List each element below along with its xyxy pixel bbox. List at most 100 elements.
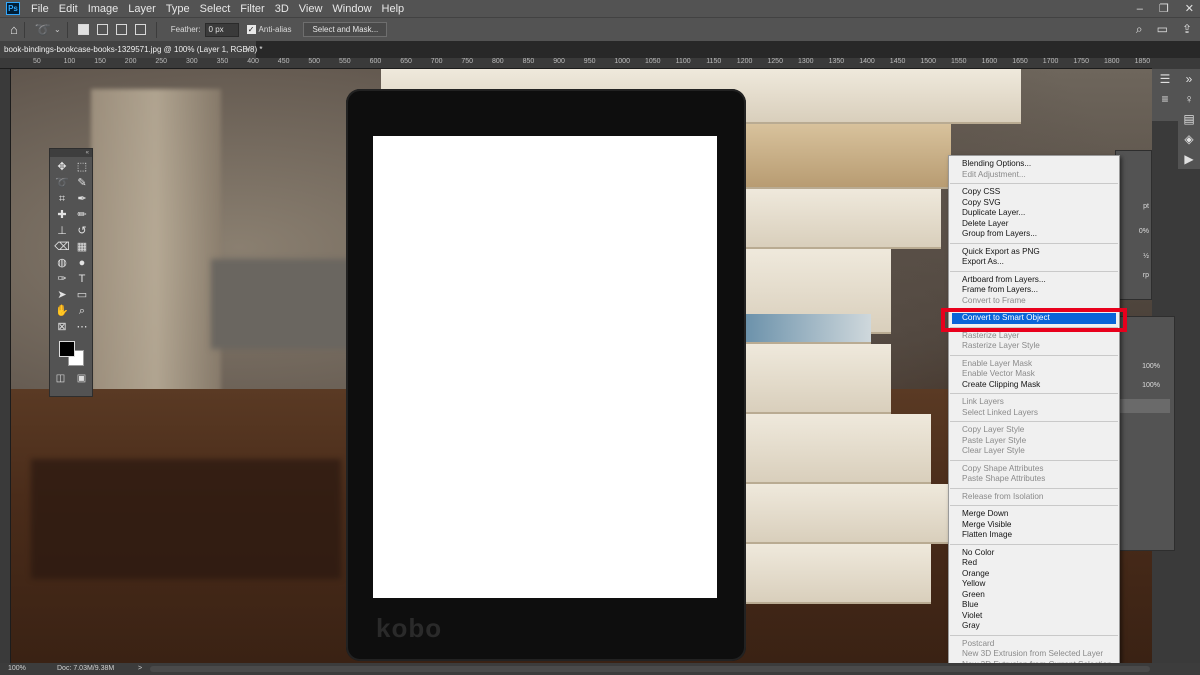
hand-tool-icon[interactable]: ✋ [52,303,72,319]
selected-layer-row[interactable] [1120,399,1170,413]
menu-image[interactable]: Image [83,3,124,15]
adjustments-icon[interactable]: ≡ [1152,89,1178,109]
menu-item-quick-export-as-png[interactable]: Quick Export as PNG [949,247,1119,258]
menu-item-blue[interactable]: Blue [949,600,1119,611]
marquee-tool-icon[interactable]: ⬚ [72,159,92,175]
menu-item-flatten-image[interactable]: Flatten Image [949,530,1119,541]
healing-brush-icon[interactable]: ✚ [52,207,72,223]
close-icon[interactable]: ✕ [1185,2,1194,15]
menu-item-copy-css[interactable]: Copy CSS [949,187,1119,198]
menu-view[interactable]: View [294,3,328,15]
stamp-tool-icon[interactable]: ⊥ [52,223,72,239]
crop-tool-icon[interactable]: ⌗ [52,191,72,207]
intersect-selection-icon[interactable] [134,24,146,35]
path-select-icon[interactable]: ➤ [52,287,72,303]
menu-item-create-clipping-mask[interactable]: Create Clipping Mask [949,380,1119,391]
pen-tool-icon[interactable]: ✑ [52,271,72,287]
more-tools-icon[interactable]: ⋯ [72,319,92,335]
eraser-tool-icon[interactable]: ⌫ [52,239,72,255]
add-selection-icon[interactable] [96,24,108,35]
menu-item-yellow[interactable]: Yellow [949,579,1119,590]
screen-mode-icon[interactable]: ▣ [77,373,86,384]
subtract-selection-icon[interactable] [115,24,127,35]
layer-opacity[interactable]: 100% [1116,361,1174,372]
color-icon[interactable]: ◈ [1178,129,1200,149]
layer-fill[interactable]: 100% [1116,380,1174,391]
workspace-icon[interactable]: ▭ [1157,22,1168,37]
menu-item-convert-to-smart-object[interactable]: Convert to Smart Object [952,313,1116,324]
ruler-tick-label: 1700 [1042,58,1059,65]
document-tab[interactable]: book-bindings-bookcase-books-1329571.jpg… [0,41,263,58]
menu-item-frame-from-layers[interactable]: Frame from Layers... [949,285,1119,296]
menu-item-blending-options[interactable]: Blending Options... [949,159,1119,170]
learn-icon[interactable]: ♀ [1178,89,1200,109]
restore-icon[interactable]: ❐ [1159,2,1169,15]
quick-mask-icon[interactable]: ◫ [56,373,65,384]
menu-select[interactable]: Select [195,3,236,15]
menu-item-group-from-layers[interactable]: Group from Layers... [949,229,1119,240]
menu-item-artboard-from-layers[interactable]: Artboard from Layers... [949,275,1119,286]
feather-input[interactable]: 0 px [204,22,239,37]
eyedropper-tool-icon[interactable]: ✒ [72,191,92,207]
libraries-icon[interactable]: ▤ [1178,109,1200,129]
search-icon[interactable]: ⌕ [1136,22,1143,37]
zoom-tool-icon[interactable]: ⌕ [72,303,92,319]
menu-help[interactable]: Help [377,3,410,15]
frame-tool-icon[interactable]: ⊠ [52,319,72,335]
history-brush-icon[interactable]: ↺ [72,223,92,239]
quick-select-tool-icon[interactable]: ✎ [72,175,92,191]
horizontal-scrollbar[interactable] [150,666,1150,672]
menu-item-delete-layer[interactable]: Delete Layer [949,219,1119,230]
menu-item-green[interactable]: Green [949,590,1119,601]
menu-3d[interactable]: 3D [270,3,294,15]
zoom-level[interactable]: 100% [8,663,26,675]
chevron-down-icon[interactable]: ⌄ [54,25,61,34]
home-icon[interactable]: ⌂ [10,22,18,37]
menu-item-red[interactable]: Red [949,558,1119,569]
menu-window[interactable]: Window [327,3,376,15]
collapse-icon[interactable]: » [1178,69,1200,89]
tools-panel-header[interactable]: « [50,149,92,157]
dodge-tool-icon[interactable]: ● [72,255,92,271]
play-icon[interactable]: ▶ [1178,149,1200,169]
menu-item-merge-down[interactable]: Merge Down [949,509,1119,520]
layer-context-menu: Blending Options... Edit Adjustment... Cop… [948,155,1120,675]
blur-tool-icon[interactable]: ◍ [52,255,72,271]
move-tool-icon[interactable]: ✥ [52,159,72,175]
minimize-icon[interactable]: – [1137,3,1143,15]
share-icon[interactable]: ⇪ [1182,22,1192,37]
menu-item-paste-shape-attributes: Paste Shape Attributes [962,474,1046,483]
menu-item-orange[interactable]: Orange [949,569,1119,580]
menu-item-no-color[interactable]: No Color [949,548,1119,559]
menu-item-merge-visible[interactable]: Merge Visible [949,520,1119,531]
menu-item-duplicate-layer[interactable]: Duplicate Layer... [949,208,1119,219]
menu-type[interactable]: Type [161,3,195,15]
menu-item-gray[interactable]: Gray [949,621,1119,632]
menu-item-copy-svg[interactable]: Copy SVG [949,198,1119,209]
foreground-color-swatch[interactable] [59,341,75,357]
tab-close-icon[interactable]: × [245,41,250,58]
menu-layer[interactable]: Layer [123,3,161,15]
menu-item-clear-layer-style: Clear Layer Style [962,446,1025,455]
properties-icon[interactable]: ☰ [1152,69,1178,89]
type-tool-icon[interactable]: T [72,271,92,287]
menu-item-violet[interactable]: Violet [949,611,1119,622]
ruler-tick-label: 1550 [951,58,967,65]
status-menu-arrow[interactable]: > [138,663,142,675]
menu-filter[interactable]: Filter [235,3,269,15]
antialias-checkbox[interactable]: ✓ [246,25,256,34]
rectangle-tool-icon[interactable]: ▭ [72,287,92,303]
lasso-tool-icon[interactable]: ➰ [35,22,51,38]
lasso-tool-icon[interactable]: ➰ [52,175,72,191]
select-and-mask-button[interactable]: Select and Mask... [303,22,388,37]
options-bar: ⌂ ➰ ⌄ Feather: 0 px ✓ Anti-alias Select … [0,17,1200,41]
new-selection-icon[interactable] [77,24,89,35]
menu-item-export-as[interactable]: Export As... [949,257,1119,268]
brush-tool-icon[interactable]: ✏ [72,207,92,223]
menu-item-paste-layer-style: Paste Layer Style [962,435,1027,445]
gradient-tool-icon[interactable]: ▦ [72,239,92,255]
photoshop-logo: Ps [6,2,20,15]
menu-file[interactable]: File [26,3,54,15]
color-swatches[interactable] [50,337,92,373]
menu-edit[interactable]: Edit [54,3,83,15]
